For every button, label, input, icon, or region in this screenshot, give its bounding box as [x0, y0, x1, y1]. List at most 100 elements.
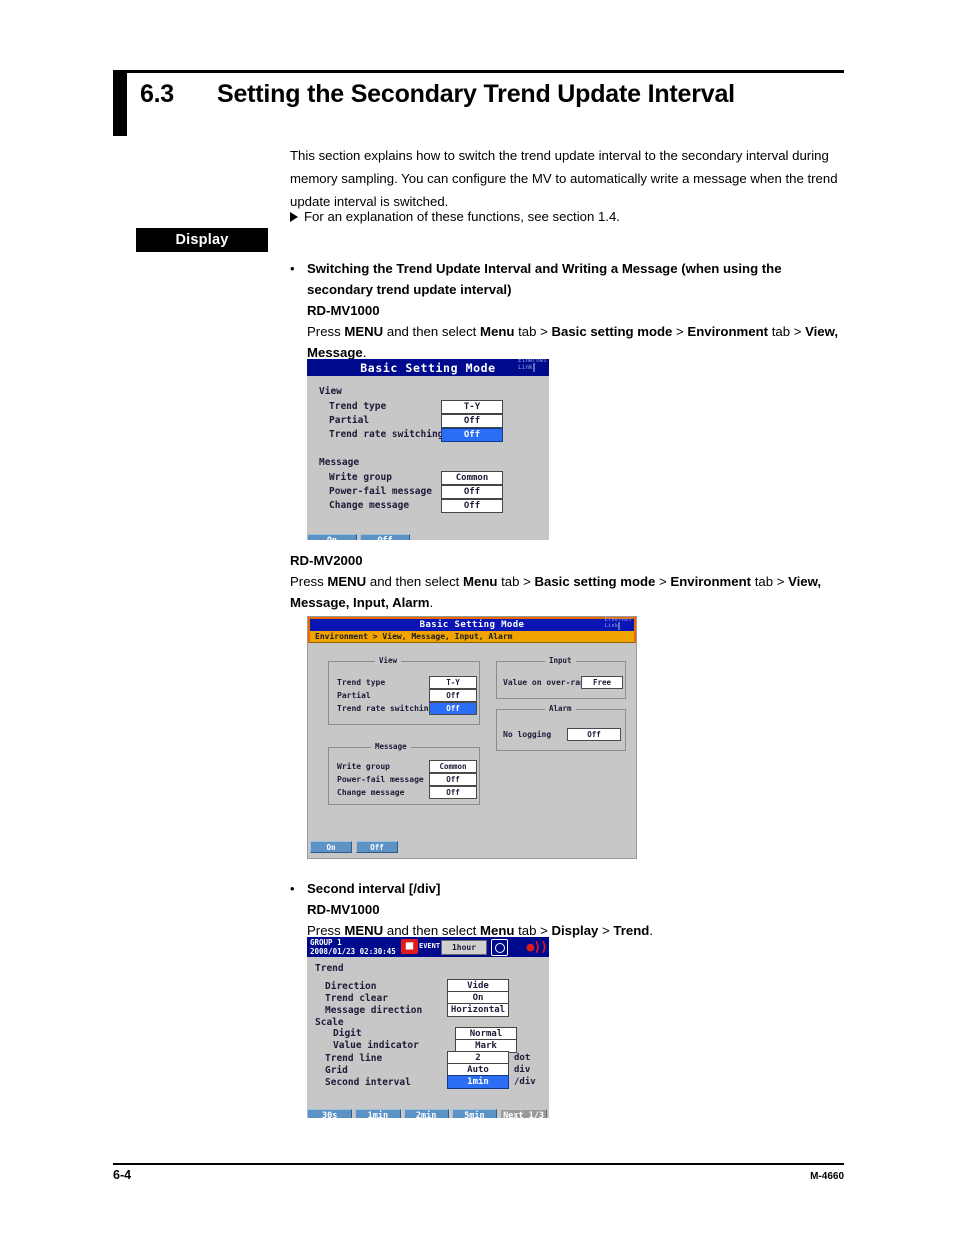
path-pre: Press — [307, 324, 345, 339]
setting-label: Trend rate switching — [337, 703, 434, 713]
ethernet-label-line2: Link — [518, 363, 533, 371]
device-title-bar: Basic Setting Mode Ethernet Link — [308, 617, 636, 631]
softkey-2min[interactable]: 2min — [403, 1109, 449, 1118]
setting-label: Second interval — [325, 1076, 411, 1088]
device-title-bar: Basic Setting Mode Ethernet Link — [307, 359, 549, 376]
setting-unit: /div — [514, 1077, 536, 1088]
setting-value[interactable]: Off — [441, 498, 503, 513]
document-page: 6.3 Setting the Secondary Trend Update I… — [0, 0, 954, 1235]
setting-row[interactable]: Trend type T-Y — [337, 675, 479, 689]
block-second-interval: • Second interval [/div] RD-MV1000 Press… — [290, 878, 846, 941]
block-mv2000: RD-MV2000 Press MENU and then select Men… — [290, 550, 846, 613]
setting-label: Change message — [329, 500, 410, 511]
setting-row[interactable]: Partial Off — [319, 413, 549, 428]
group-label-message: Message — [371, 742, 411, 751]
setting-value[interactable]: Common — [429, 759, 477, 773]
setting-label: No logging — [503, 729, 552, 739]
softkey-1min[interactable]: 1min — [355, 1109, 401, 1118]
setting-label: Value on over-range — [503, 677, 595, 687]
model-name-mv1000: RD-MV1000 — [307, 303, 380, 318]
setting-value[interactable]: Off — [441, 484, 503, 499]
alarm-indicator-icon: ●)) — [526, 939, 548, 955]
setting-value-selected[interactable]: Off — [429, 701, 477, 715]
setting-row[interactable]: Value indicator Mark — [315, 1038, 549, 1053]
setting-value-selected[interactable]: 1min — [447, 1075, 509, 1090]
path-mid1: and then select — [366, 574, 463, 589]
setting-value[interactable]: Horizontal — [447, 1003, 509, 1018]
setting-label: Trend type — [329, 401, 387, 412]
setting-value[interactable]: T-Y — [441, 399, 503, 414]
section-number: 6.3 — [140, 80, 174, 108]
setting-label: Trend line — [325, 1052, 383, 1064]
softkey-bar: On Off — [307, 534, 410, 540]
device-status-bar: GROUP 1 2008/01/23 02:30:45 ██ EVENT 1ho… — [307, 937, 549, 957]
softkey-bar: On Off — [310, 841, 398, 853]
group-and-datetime: GROUP 1 2008/01/23 02:30:45 — [307, 938, 396, 957]
path-basic-setting-mode: Basic setting mode — [551, 324, 673, 339]
softkey-off[interactable]: Off — [360, 534, 410, 540]
setting-value[interactable]: Off — [567, 727, 621, 741]
setting-row[interactable]: Value on over-range Free — [503, 675, 625, 689]
path-pre: Press — [290, 574, 328, 589]
footer-rule — [113, 1163, 844, 1165]
softkey-on[interactable]: On — [307, 534, 357, 540]
setting-value[interactable]: T-Y — [429, 675, 477, 689]
device-title-text: Basic Setting Mode — [419, 620, 525, 630]
path-mid3: > — [672, 324, 688, 339]
setting-row[interactable]: Power-fail message Off — [319, 484, 549, 499]
setting-value[interactable]: Off — [429, 688, 477, 702]
setting-label: Write group — [329, 472, 392, 483]
group-label-view: View — [375, 656, 402, 665]
softkey-on[interactable]: On — [310, 841, 352, 853]
setting-row[interactable]: Change message Off — [337, 785, 479, 799]
path-tab-menu: Menu — [463, 574, 498, 589]
setting-row[interactable]: Grid Auto div — [315, 1063, 549, 1078]
softkey-5min[interactable]: 5min — [451, 1109, 498, 1118]
setting-label: Trend rate switching — [329, 429, 444, 440]
intro-reference-text: For an explanation of these functions, s… — [304, 209, 620, 224]
path-display: Display — [551, 923, 599, 938]
setting-row[interactable]: Change message Off — [319, 498, 549, 513]
setting-unit: div — [514, 1065, 531, 1076]
path-environment: Environment — [687, 324, 769, 339]
setting-row[interactable]: Write group Common — [337, 759, 479, 773]
setting-row[interactable]: Write group Common — [319, 470, 549, 485]
setting-value-selected[interactable]: Off — [441, 427, 503, 442]
section-label-trend: Trend — [315, 963, 344, 974]
ethernet-link-indicator: Ethernet Link — [518, 359, 547, 372]
group-name: GROUP 1 — [310, 937, 342, 947]
time-span-value[interactable]: 1hour — [441, 940, 487, 955]
path-mid4: tab > — [751, 574, 789, 589]
setting-row[interactable]: Message direction Horizontal — [315, 1003, 549, 1018]
ethernet-link-indicator: Ethernet Link — [605, 617, 632, 630]
setting-row[interactable]: Direction Vide — [315, 979, 549, 994]
setting-label: Power-fail message — [329, 486, 432, 497]
softkey-30s[interactable]: 30s — [307, 1109, 353, 1118]
setting-row[interactable]: Trend type T-Y — [319, 399, 549, 414]
setting-row[interactable]: Second interval 1min /div — [315, 1075, 549, 1090]
path-basic-setting-mode: Basic setting mode — [534, 574, 656, 589]
setting-value[interactable]: Free — [581, 675, 623, 689]
event-record-icon: ██ — [401, 939, 418, 954]
setting-label: Digit — [333, 1028, 362, 1040]
setting-row[interactable]: Trend clear On — [315, 991, 549, 1006]
softkey-off[interactable]: Off — [356, 841, 398, 853]
setting-row[interactable]: Trend rate switching Off — [337, 701, 479, 715]
setting-row[interactable]: Power-fail message Off — [337, 772, 479, 786]
setting-value[interactable]: Off — [441, 413, 503, 428]
group-label-view: View — [319, 386, 342, 397]
setting-label: Partial — [337, 690, 371, 700]
setting-value[interactable]: Off — [429, 785, 477, 799]
setting-row[interactable]: Trend rate switching Off — [319, 427, 549, 442]
setting-row[interactable]: No logging Off — [503, 727, 625, 741]
menu-path-mv1000: Press MENU and then select Menu tab > Ba… — [307, 321, 846, 363]
setting-row[interactable]: Partial Off — [337, 688, 479, 702]
softkey-next-page[interactable]: Next 1/3 — [500, 1109, 547, 1118]
setting-label: Write group — [337, 761, 390, 771]
setting-value[interactable]: Common — [441, 470, 503, 485]
setting-label: Change message — [337, 787, 405, 797]
display-tag: Display — [136, 228, 268, 252]
setting-value[interactable]: Off — [429, 772, 477, 786]
setting-row[interactable]: Trend line 2 dot — [315, 1051, 549, 1066]
setting-label: Message direction — [325, 1004, 423, 1016]
